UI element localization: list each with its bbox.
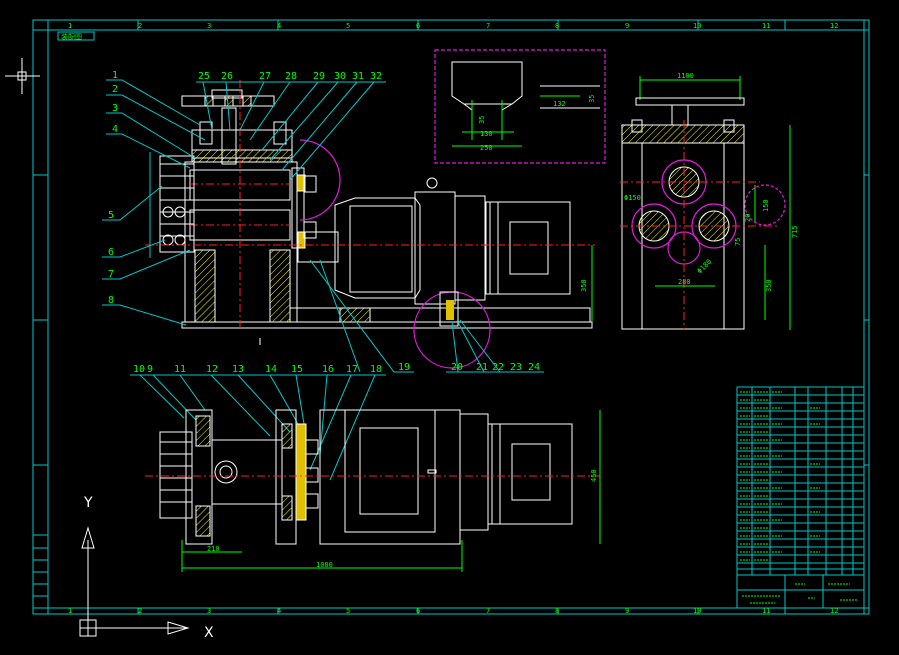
plan-view: 210 1000 450 [145,409,601,572]
svg-text:18: 18 [370,364,382,375]
svg-text:29: 29 [313,71,325,82]
balloons-mid: 10 9 11 12 13 14 15 16 17 18 [130,364,386,481]
column-numbers-top: 1 2 3 4 5 6 7 8 9 10 11 12 [68,22,838,30]
svg-text:4: 4 [277,607,281,615]
front-view: 350 [145,80,595,369]
svg-text:5: 5 [346,607,350,615]
title-tag: 装配图 [57,31,95,41]
svg-text:132: 132 [553,100,566,108]
svg-text:2: 2 [112,84,118,95]
svg-text:9: 9 [625,607,629,615]
svg-text:28: 28 [285,71,297,82]
svg-text:10: 10 [693,22,701,30]
svg-text:17: 17 [346,364,358,375]
svg-text:450: 450 [590,469,598,482]
svg-text:6: 6 [416,22,420,30]
svg-text:3: 3 [207,22,211,30]
detail-view: 130 250 35 132 35 [434,49,606,164]
title-block [736,386,865,609]
svg-text:75: 75 [734,238,742,246]
svg-text:26: 26 [221,71,233,82]
svg-text:15: 15 [291,364,303,375]
svg-text:210: 210 [207,545,220,553]
svg-text:31: 31 [352,71,364,82]
svg-text:Φ180: Φ180 [696,258,714,276]
svg-text:35: 35 [478,116,486,124]
svg-text:350: 350 [765,279,773,292]
svg-text:5: 5 [108,210,114,221]
svg-text:8: 8 [555,22,559,30]
svg-text:14: 14 [265,364,277,375]
svg-text:4: 4 [112,124,118,135]
svg-text:2: 2 [138,607,142,615]
svg-text:1: 1 [112,70,118,81]
svg-text:Y: Y [83,495,93,511]
svg-text:13: 13 [232,364,244,375]
svg-text:6: 6 [108,247,114,258]
svg-text:1: 1 [68,607,72,615]
svg-text:10: 10 [133,364,145,375]
svg-text:9: 9 [625,22,629,30]
svg-text:6: 6 [416,607,420,615]
svg-text:1: 1 [68,22,72,30]
title-block-text [740,391,858,604]
svg-text:130: 130 [480,130,493,138]
svg-text:250: 250 [480,144,493,152]
svg-text:12: 12 [830,22,838,30]
svg-text:10: 10 [693,607,701,615]
svg-text:11: 11 [174,364,186,375]
svg-text:Φ150: Φ150 [624,194,641,202]
svg-text:7: 7 [486,607,490,615]
svg-text:35: 35 [588,95,596,103]
svg-text:7: 7 [486,22,490,30]
svg-text:12: 12 [206,364,218,375]
svg-text:5: 5 [346,22,350,30]
margin-table [32,534,49,609]
svg-text:715: 715 [791,225,799,238]
svg-text:280: 280 [678,278,691,286]
svg-text:8: 8 [108,295,114,306]
svg-text:30: 30 [334,71,346,82]
svg-text:19: 19 [398,362,410,373]
svg-text:8: 8 [555,607,559,615]
side-view: 1100 Φ150 Φ180 280 715 350 150 75 20 [620,72,799,330]
svg-text:X: X [204,625,214,641]
svg-text:1100: 1100 [677,72,694,80]
svg-text:25: 25 [198,71,210,82]
svg-text:150: 150 [762,199,770,212]
svg-text:4: 4 [277,22,281,30]
svg-text:350: 350 [580,279,588,292]
svg-text:27: 27 [259,71,271,82]
svg-text:24: 24 [528,362,540,373]
svg-text:3: 3 [112,103,118,114]
svg-text:9: 9 [147,364,153,375]
svg-text:32: 32 [370,71,382,82]
svg-text:11: 11 [762,22,770,30]
svg-text:装配图: 装配图 [61,32,82,41]
svg-text:20: 20 [744,214,752,222]
svg-text:7: 7 [108,269,114,280]
svg-text:23: 23 [510,362,522,373]
svg-text:1000: 1000 [316,561,333,569]
svg-text:3: 3 [207,607,211,615]
svg-text:16: 16 [322,364,334,375]
svg-text:2: 2 [138,22,142,30]
cad-drawing[interactable]: 1 2 3 4 5 6 7 8 9 10 11 12 1 2 3 4 5 6 7… [0,0,899,655]
crosshair-cursor [5,58,40,94]
